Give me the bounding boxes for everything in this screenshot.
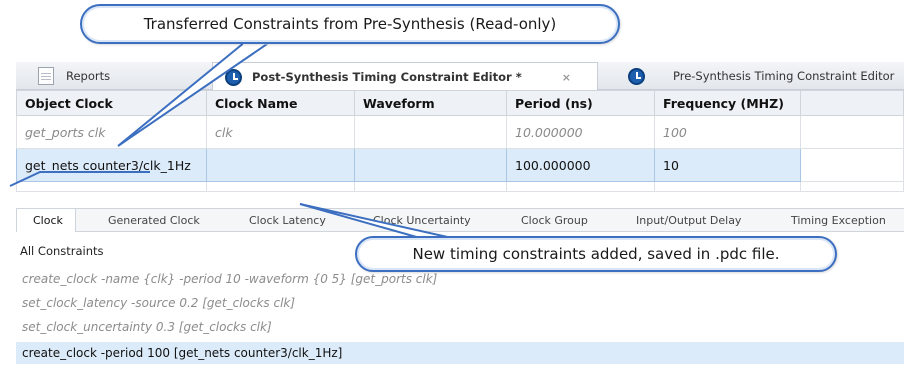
top-callout-pointer-tail [9,171,150,187]
callout-text: Transferred Constraints from Pre-Synthes… [143,15,557,33]
bottom-callout-pointer [299,203,453,239]
callout-new-constraints: New timing constraints added, saved in .… [355,236,837,272]
callout-transferred-constraints: Transferred Constraints from Pre-Synthes… [80,4,620,44]
top-callout-pointer [117,41,274,147]
callout-pointers [9,41,454,241]
callout-text: New timing constraints added, saved in .… [412,245,780,263]
